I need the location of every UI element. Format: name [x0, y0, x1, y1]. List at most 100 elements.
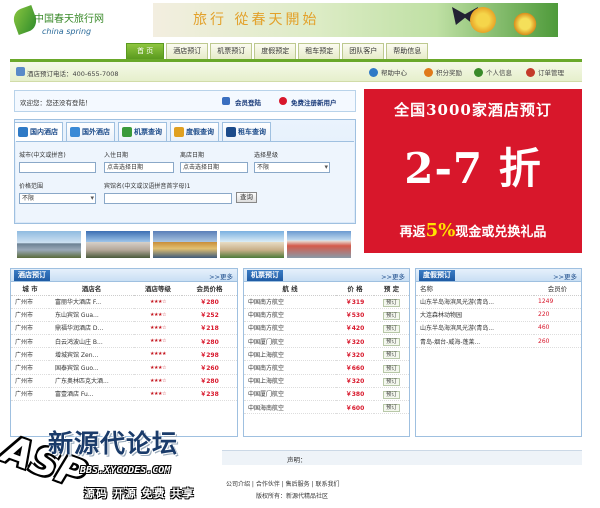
book-button[interactable]: 预订	[382, 298, 400, 307]
holiday-table: 名称 会员价 山东半岛海滨风光游(青岛... 1249 大连森林动物园 220 山东…	[416, 282, 581, 349]
star-select[interactable]: 不限	[254, 162, 330, 173]
footer-copyright: 版权所有：新源代精品社区	[256, 493, 329, 500]
city-input[interactable]	[19, 162, 96, 173]
header-banner[interactable]: 旅行 從春天開始	[153, 3, 558, 37]
tab-flight-search[interactable]: 机票查询	[118, 122, 167, 141]
table-row[interactable]: 广州市 增城宾馆 Zen... ★★★★ ￥298	[11, 347, 237, 362]
hotel-panel-header: 酒店预订 >>更多	[11, 269, 237, 282]
checkout-label: 离店日期	[180, 152, 205, 159]
personal-info-link[interactable]: 个人信息	[474, 67, 512, 77]
hotel-name-label: 宾馆名(中文或汉语拼音首字母)1	[104, 183, 191, 190]
book-button[interactable]: 预订	[382, 377, 400, 386]
table-row: 中国上海航空 ￥320 预订	[244, 347, 409, 362]
hotel-photo[interactable]	[86, 231, 150, 258]
nav-tab-car[interactable]: 租车预定	[298, 43, 341, 59]
holiday-more-link[interactable]: >>更多	[553, 271, 577, 281]
holiday-panel-header: 度假预订 >>更多	[416, 269, 581, 282]
checkin-label: 入住日期	[104, 152, 129, 159]
phone-icon	[16, 67, 25, 76]
table-header: 航 线 价 格 预 定	[244, 282, 409, 296]
hotel-more-link[interactable]: >>更多	[209, 271, 233, 281]
table-row[interactable]: 广州市 鼎福华润酒店 D... ★★★☆ ￥218	[11, 321, 237, 336]
nav-tab-flight[interactable]: 机票预订	[210, 43, 253, 59]
tab-car-search[interactable]: 租车查询	[222, 122, 271, 141]
hotel-photo[interactable]	[220, 231, 284, 258]
book-button[interactable]: 预订	[382, 311, 400, 320]
nav-tab-holiday[interactable]: 度假预定	[254, 43, 297, 59]
table-row: 中国厦门航空 ￥320 预订	[244, 334, 409, 349]
book-button[interactable]: 预订	[382, 351, 400, 360]
points-reward-link[interactable]: 积分奖励	[424, 67, 462, 77]
price-select[interactable]: 不限	[19, 193, 96, 204]
hotel-name-input[interactable]	[104, 193, 232, 204]
footer-bar	[222, 450, 582, 465]
table-row: 中国上海航空 ￥320 预订	[244, 374, 409, 388]
help-center-link[interactable]: 帮助中心	[369, 67, 407, 77]
flight-panel-header: 机票预订 >>更多	[244, 269, 409, 282]
book-button[interactable]: 预订	[382, 364, 400, 373]
flower-icon	[512, 11, 538, 37]
tab-foreign-hotel[interactable]: 国外酒店	[66, 122, 115, 141]
flight-table: 航 线 价 格 预 定 中国南方航空 ￥319 预订 中国南方航空 ￥530 预订 中国…	[244, 282, 409, 415]
tab-domestic-hotel[interactable]: 国内酒店	[14, 122, 63, 141]
table-row[interactable]: 山东半岛海滨风光游(青岛... 1249	[416, 295, 581, 309]
book-button[interactable]: 预订	[382, 404, 400, 413]
book-button[interactable]: 预订	[382, 324, 400, 333]
tab-holiday-search[interactable]: 度假查询	[170, 122, 219, 141]
hotel-photo[interactable]	[287, 231, 351, 258]
search-tabs: 国内酒店 国外酒店 机票查询 度假查询 租车查询	[14, 122, 271, 141]
banner-slogan: 旅行 從春天開始	[193, 12, 320, 28]
table-row[interactable]: 广州市 东山宾馆 Gua... ★★★☆ ￥252	[11, 308, 237, 322]
star-label: 选择星级	[254, 152, 279, 159]
forum-watermark-slogan: 源码 开源 免费 共享	[84, 487, 195, 500]
checkin-input[interactable]: 点击选择日期	[104, 162, 174, 173]
table-row[interactable]: 广州市 白云鸿波山庄 B... ★★★☆ ￥280	[11, 334, 237, 349]
table-row[interactable]: 青岛-烟台-威海-蓬莱... 260	[416, 334, 581, 349]
holiday-panel-title: 度假预订	[419, 270, 455, 281]
footer-links[interactable]: 公司介绍 | 合作伙伴 | 售后服务 | 联系我们	[226, 479, 340, 488]
table-row: 中国厦门航空 ￥380 预订	[244, 387, 409, 402]
logo-subtext: china spring	[42, 27, 92, 36]
query-button[interactable]: 查询	[236, 192, 257, 203]
user-icon	[474, 67, 483, 77]
table-row[interactable]: 广州市 国泰宾馆 Guo... ★★★☆ ￥260	[11, 360, 237, 375]
city-label: 城市(中文或拼音)	[19, 152, 66, 159]
flight-more-link[interactable]: >>更多	[381, 271, 405, 281]
hotel-photo[interactable]	[17, 231, 81, 258]
hotel-icon	[18, 127, 28, 137]
register-link[interactable]: 免费注册新用户	[291, 97, 337, 107]
table-row[interactable]: 广州市 广东奥林匹克大酒... ★★★☆ ￥280	[11, 374, 237, 388]
hotel-photo[interactable]	[153, 231, 217, 258]
table-row[interactable]: 广州市 富丽华大酒店 F... ★★★☆ ￥280	[11, 295, 237, 309]
help-icon	[369, 67, 378, 77]
nav-tab-hotel[interactable]: 酒店预订	[166, 43, 209, 59]
table-header: 城 市 酒店名 酒店等级 会员价格	[11, 282, 237, 296]
car-icon	[226, 127, 236, 137]
book-button[interactable]: 预订	[382, 338, 400, 347]
member-login-link[interactable]: 会员登陆	[235, 97, 261, 107]
book-button[interactable]: 预订	[382, 390, 400, 399]
table-row[interactable]: 广州市 富壹酒店 Fu... ★★★☆ ￥238	[11, 387, 237, 402]
booking-phone: 酒店预订电话：400-655-7008	[27, 70, 119, 78]
table-row: 中国南方航空 ￥319 预订	[244, 295, 409, 309]
main-nav: 首 页 酒店预订 机票预订 度假预定 租车预定 团队客户 帮助信息	[126, 43, 429, 59]
forum-watermark-domain: BBS.XYCODES.COM	[80, 465, 171, 476]
site-logo[interactable]: 中国春天旅行网 china spring	[10, 4, 119, 42]
checkout-input[interactable]: 点击选择日期	[180, 162, 248, 173]
table-row[interactable]: 大连森林动物园 220	[416, 308, 581, 322]
table-row: 中国南方航空 ￥420 预订	[244, 321, 409, 336]
nav-tab-help[interactable]: 帮助信息	[386, 43, 429, 59]
nav-tab-group[interactable]: 团队客户	[342, 43, 385, 59]
footer-declaration: 声明：	[287, 456, 307, 464]
order-management-link[interactable]: 订单管理	[526, 67, 564, 77]
plane-icon	[122, 127, 132, 137]
table-header: 名称 会员价	[416, 282, 581, 296]
promo-banner[interactable]: 全国3000家酒店预订 2-7 折 再返5%现金或兑换礼品	[364, 89, 582, 253]
flower-icon	[468, 5, 498, 35]
nav-tab-home[interactable]: 首 页	[126, 43, 165, 59]
table-row[interactable]: 山东半岛海滨风光游(青岛... 460	[416, 321, 581, 336]
logo-text: 中国春天旅行网	[34, 14, 104, 25]
login-icon	[222, 97, 230, 105]
promo-discount: 2-7 折	[404, 144, 542, 193]
hotel-search-form: 城市(中文或拼音) 入住日期 点击选择日期 离店日期 点击选择日期 选择星级 不…	[16, 141, 354, 222]
